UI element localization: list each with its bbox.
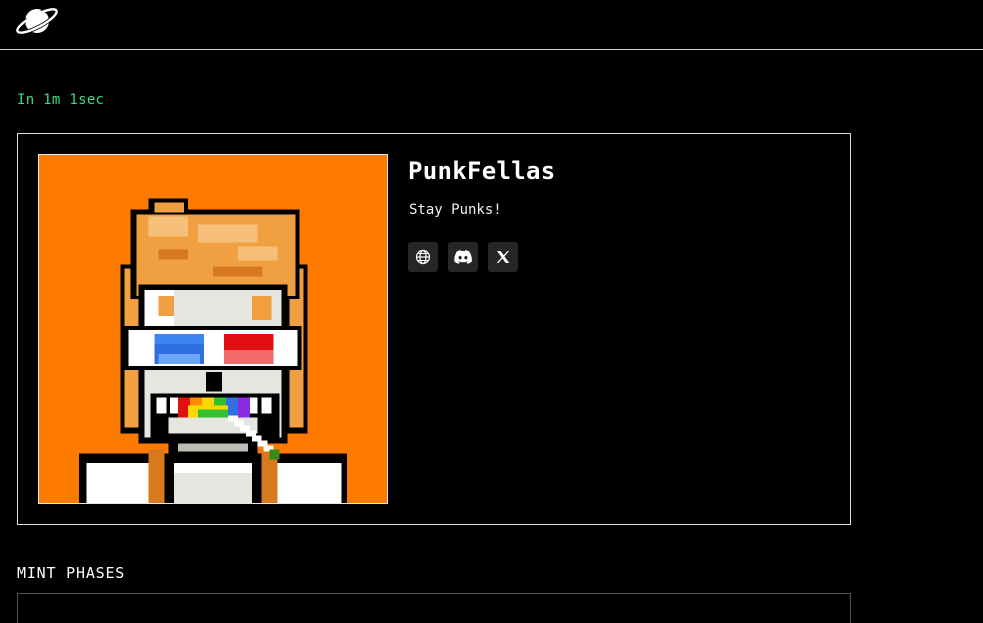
- discord-link-button[interactable]: [448, 242, 478, 272]
- collection-title: PunkFellas: [408, 157, 556, 185]
- globe-icon: [415, 249, 431, 265]
- mint-countdown: In 1m 1sec: [17, 92, 105, 108]
- x-icon: [496, 251, 510, 263]
- x-link-button[interactable]: [488, 242, 518, 272]
- mint-phases-heading: MINT PHASES: [17, 564, 126, 582]
- planet-logo-icon[interactable]: [15, 2, 61, 38]
- website-link-button[interactable]: [408, 242, 438, 272]
- top-navigation-bar: [0, 0, 983, 50]
- collection-artwork-image: [38, 154, 388, 504]
- mint-phases-panel: [17, 593, 851, 623]
- collection-description: Stay Punks!: [409, 202, 502, 218]
- social-links: [408, 242, 518, 272]
- collection-card: PunkFellas Stay Punks!: [17, 133, 851, 525]
- discord-icon: [454, 250, 472, 264]
